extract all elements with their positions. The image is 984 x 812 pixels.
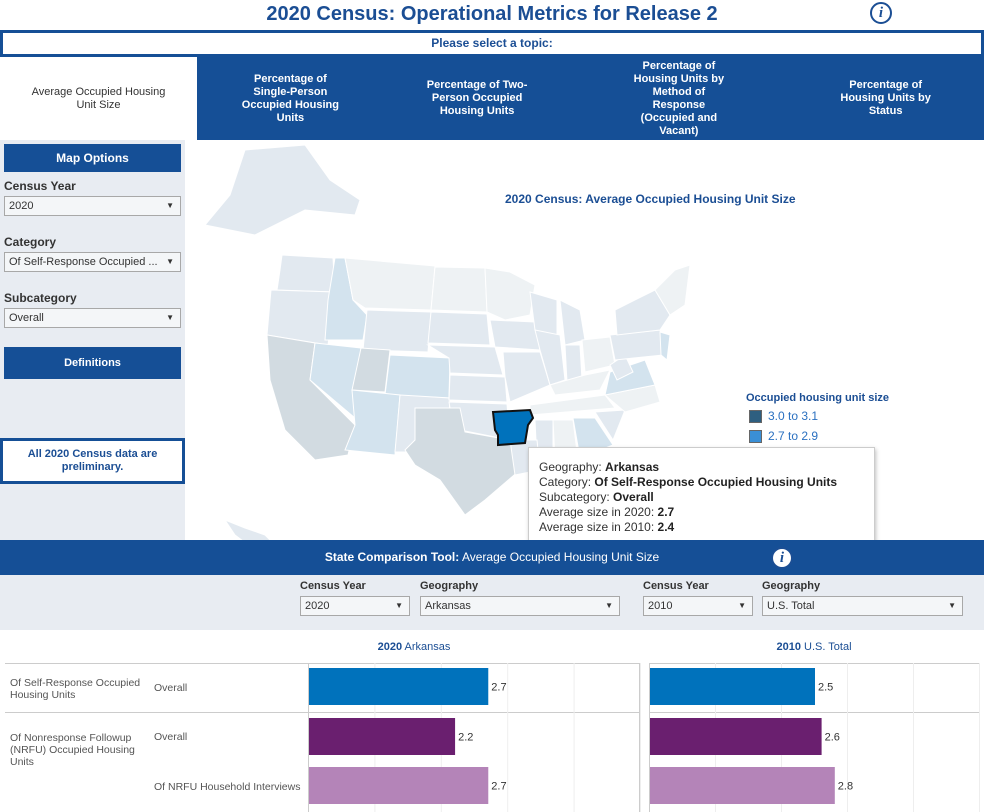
- category-value: Of Self-Response Occupied ...: [9, 256, 158, 268]
- bar[interactable]: [309, 718, 456, 755]
- right-geo-select[interactable]: U.S. Total ▼: [762, 596, 963, 616]
- bar[interactable]: [650, 718, 822, 755]
- legend-label: 3.0 to 3.1: [768, 409, 819, 423]
- state-minnesota[interactable]: [484, 267, 536, 321]
- state-wyoming[interactable]: [362, 309, 432, 353]
- right-geo-label: Geography: [762, 580, 821, 592]
- subcategory-value: Overall: [9, 312, 44, 324]
- tooltip-geography: Geography: Arkansas: [539, 460, 660, 474]
- map-title: 2020 Census: Average Occupied Housing Un…: [505, 192, 796, 206]
- chevron-down-icon: ▼: [738, 601, 746, 610]
- comparison-header-text: Average Occupied Housing Unit Size: [459, 550, 660, 564]
- subcategory-label: Subcategory: [4, 291, 77, 305]
- tab-two-person-occupied[interactable]: Percentage of Two-Person Occupied Housin…: [384, 57, 571, 140]
- left-year-value: 2020: [305, 600, 330, 612]
- right-chart-title: 2010 U.S. Total: [776, 641, 852, 653]
- tooltip-category: Category: Of Self-Response Occupied Hous…: [539, 475, 838, 489]
- state-northdakota[interactable]: [430, 266, 488, 313]
- left-geo-label: Geography: [420, 580, 479, 592]
- right-year-label: Census Year: [643, 580, 709, 592]
- chevron-down-icon: ▼: [395, 601, 403, 610]
- state-kansas[interactable]: [448, 374, 508, 403]
- comparison-header: State Comparison Tool: Average Occupied …: [0, 540, 984, 575]
- state-montana[interactable]: [344, 257, 436, 311]
- chevron-down-icon: ▼: [166, 201, 174, 210]
- right-year-value: 2010: [648, 600, 673, 612]
- state-southdakota[interactable]: [427, 311, 491, 346]
- comparison-info-icon[interactable]: i: [771, 547, 793, 569]
- right-year-select[interactable]: 2010 ▼: [643, 596, 753, 616]
- state-michigan[interactable]: [559, 299, 586, 346]
- chevron-down-icon: ▼: [166, 257, 174, 266]
- chevron-down-icon: ▼: [605, 601, 613, 610]
- state-newjersey[interactable]: [659, 331, 671, 361]
- tooltip-avg-2020: Average size in 2020: 2.7: [539, 505, 675, 519]
- state-alaska[interactable]: [204, 144, 361, 236]
- tooltip-avg-2010: Average size in 2010: 2.4: [539, 520, 675, 534]
- bar-value-label: 2.6: [825, 732, 840, 744]
- state-washington[interactable]: [276, 254, 336, 293]
- state-hawaii[interactable]: [223, 518, 276, 551]
- definitions-button[interactable]: Definitions: [4, 347, 181, 379]
- state-ohio[interactable]: [581, 336, 616, 373]
- map-tooltip: Geography: Arkansas Category: Of Self-Re…: [528, 447, 875, 547]
- census-year-select[interactable]: 2020 ▼: [4, 196, 181, 216]
- state-colorado[interactable]: [384, 354, 451, 399]
- tab-average-occupied-housing-unit-size[interactable]: Average Occupied Housing Unit Size: [0, 57, 197, 140]
- tooltip-subcategory: Subcategory: Overall: [539, 490, 654, 504]
- left-geo-select[interactable]: Arkansas ▼: [420, 596, 620, 616]
- bar-value-label: 2.7: [491, 781, 506, 793]
- right-geo-value: U.S. Total: [767, 600, 815, 612]
- tab-units-by-status[interactable]: Percentage of Housing Units by Status: [787, 57, 984, 140]
- legend-label: 2.7 to 2.9: [768, 429, 819, 443]
- state-arizona[interactable]: [344, 389, 401, 456]
- chevron-down-icon: ▼: [948, 601, 956, 610]
- chevron-down-icon: ▼: [166, 313, 174, 322]
- category-select[interactable]: Of Self-Response Occupied ... ▼: [4, 252, 181, 272]
- comparison-charts: 2.7 2.2 2.7 2.5 2.6 2.8: [5, 663, 980, 812]
- comparison-controls: Census Year 2020 ▼ Geography Arkansas ▼ …: [0, 575, 984, 630]
- left-geo-value: Arkansas: [425, 600, 471, 612]
- legend-title: Occupied housing unit size: [746, 392, 890, 404]
- comparison-header-bold: State Comparison Tool:: [324, 550, 460, 564]
- page-title: 2020 Census: Operational Metrics for Rel…: [266, 3, 718, 25]
- census-year-value: 2020: [9, 200, 34, 212]
- legend-swatch-3-0-to-3-1: [749, 409, 762, 423]
- legend-item[interactable]: 2.7 to 2.9: [749, 429, 818, 443]
- bar-value-label: 2.5: [818, 682, 833, 694]
- category-label: Category: [4, 235, 57, 249]
- preliminary-note: All 2020 Census data are preliminary.: [0, 438, 185, 484]
- legend-item[interactable]: 3.0 to 3.1: [749, 409, 818, 423]
- tab-method-of-response[interactable]: Percentage of Housing Units by Method of…: [571, 57, 788, 140]
- bar-value-label: 2.7: [491, 682, 506, 694]
- bar[interactable]: [309, 767, 489, 804]
- map-options-header: Map Options: [4, 144, 181, 172]
- info-icon[interactable]: i: [870, 2, 892, 24]
- left-chart-title: 2020 Arkansas: [377, 641, 451, 653]
- legend-swatch-2-7-to-2-9: [749, 429, 762, 443]
- left-year-select[interactable]: 2020 ▼: [300, 596, 410, 616]
- bar[interactable]: [309, 668, 489, 705]
- bar[interactable]: [650, 668, 815, 705]
- state-iowa[interactable]: [489, 319, 541, 351]
- census-year-label: Census Year: [4, 179, 76, 193]
- left-year-label: Census Year: [300, 580, 366, 592]
- bar-value-label: 2.8: [838, 781, 853, 793]
- topic-prompt: Please select a topic:: [0, 30, 984, 57]
- topic-tabs: Average Occupied Housing Unit Size Perce…: [0, 57, 984, 140]
- subcategory-select[interactable]: Overall ▼: [4, 308, 181, 328]
- bar-value-label: 2.2: [458, 732, 473, 744]
- tab-single-person-occupied[interactable]: Percentage of Single-Person Occupied Hou…: [197, 57, 384, 140]
- bar[interactable]: [650, 767, 835, 804]
